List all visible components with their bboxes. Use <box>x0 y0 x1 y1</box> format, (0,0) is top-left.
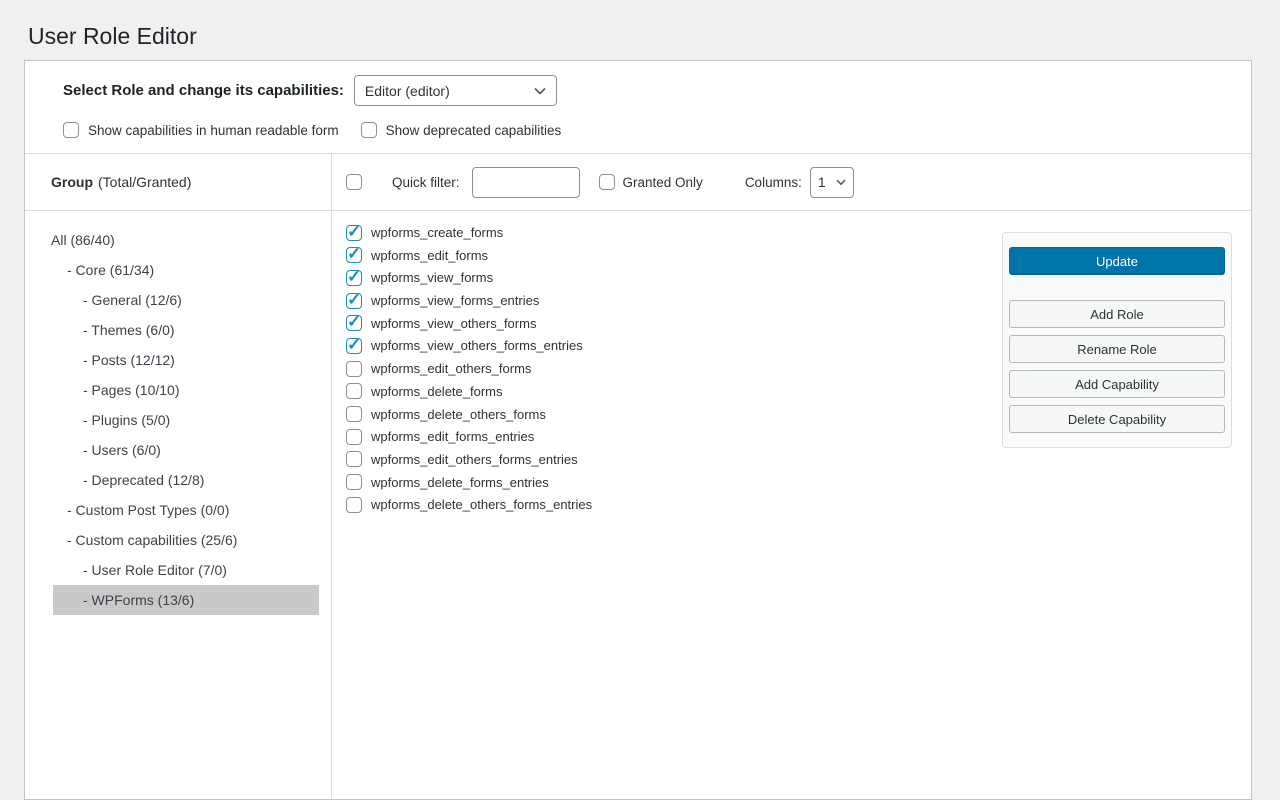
deprecated-label: Show deprecated capabilities <box>386 123 562 138</box>
role-select[interactable]: Editor (editor) <box>354 75 557 106</box>
add-role-button[interactable]: Add Role <box>1009 300 1225 328</box>
groups-header-suffix: (Total/Granted) <box>98 174 191 190</box>
delete-capability-button[interactable]: Delete Capability <box>1009 405 1225 433</box>
group-item-all[interactable]: All (86/40) <box>25 225 331 255</box>
group-item-plugins[interactable]: - Plugins (5/0) <box>25 405 331 435</box>
group-item-themes[interactable]: - Themes (6/0) <box>25 315 331 345</box>
deprecated-option: Show deprecated capabilities <box>361 122 562 138</box>
select-role-label: Select Role and change its capabilities: <box>63 82 344 99</box>
chevron-down-icon <box>534 87 546 95</box>
capability-label: wpforms_view_forms <box>371 270 493 285</box>
group-item-custom-capabilities[interactable]: - Custom capabilities (25/6) <box>25 525 331 555</box>
capability-checkbox[interactable] <box>346 497 362 513</box>
quick-filter-label: Quick filter: <box>392 175 460 190</box>
capability-label: wpforms_delete_forms_entries <box>371 475 549 490</box>
chevron-down-icon <box>836 179 846 186</box>
capability-checkbox[interactable] <box>346 338 362 354</box>
capability-row: wpforms_edit_others_forms_entries <box>346 451 1251 468</box>
top-section: Select Role and change its capabilities:… <box>25 61 1251 154</box>
groups-column: Group (Total/Granted) All (86/40)- Core … <box>25 154 332 799</box>
deprecated-checkbox[interactable] <box>361 122 377 138</box>
select-all-checkbox[interactable] <box>346 174 362 190</box>
role-row: Select Role and change its capabilities:… <box>63 75 1231 106</box>
capability-checkbox[interactable] <box>346 406 362 422</box>
capability-label: wpforms_delete_forms <box>371 384 503 399</box>
granted-only-label: Granted Only <box>623 175 703 190</box>
update-button[interactable]: Update <box>1009 247 1225 275</box>
capability-checkbox[interactable] <box>346 270 362 286</box>
user-role-editor-panel: Select Role and change its capabilities:… <box>24 60 1252 800</box>
group-item-pages[interactable]: - Pages (10/10) <box>25 375 331 405</box>
role-select-value: Editor (editor) <box>365 83 450 99</box>
columns-label: Columns: <box>745 175 802 190</box>
secondary-buttons: Add Role Rename Role Add Capability Delete … <box>1009 300 1225 433</box>
capability-checkbox[interactable] <box>346 361 362 377</box>
capability-label: wpforms_edit_forms <box>371 248 488 263</box>
actions-box: Update Add Role Rename Role Add Capability… <box>1002 232 1232 448</box>
page-title: User Role Editor <box>0 0 1280 52</box>
capability-checkbox[interactable] <box>346 315 362 331</box>
capability-label: wpforms_delete_others_forms_entries <box>371 497 592 512</box>
add-capability-button[interactable]: Add Capability <box>1009 370 1225 398</box>
filter-bar: Quick filter: Granted Only Columns: 1 <box>332 154 1251 211</box>
group-item-core[interactable]: - Core (61/34) <box>25 255 331 285</box>
human-readable-label: Show capabilities in human readable form <box>88 123 339 138</box>
group-item-custom-post-types[interactable]: - Custom Post Types (0/0) <box>25 495 331 525</box>
human-readable-checkbox[interactable] <box>63 122 79 138</box>
quick-filter-input[interactable] <box>472 167 580 198</box>
capability-label: wpforms_edit_forms_entries <box>371 429 534 444</box>
capability-checkbox[interactable] <box>346 383 362 399</box>
capability-checkbox[interactable] <box>346 429 362 445</box>
capability-label: wpforms_view_forms_entries <box>371 293 539 308</box>
capability-checkbox[interactable] <box>346 293 362 309</box>
human-readable-option: Show capabilities in human readable form <box>63 122 339 138</box>
group-item-user-role-editor[interactable]: - User Role Editor (7/0) <box>25 555 331 585</box>
group-item-deprecated[interactable]: - Deprecated (12/8) <box>25 465 331 495</box>
columns-select-value: 1 <box>818 174 826 190</box>
content-area: Group (Total/Granted) All (86/40)- Core … <box>25 154 1251 799</box>
capability-checkbox[interactable] <box>346 451 362 467</box>
capability-label: wpforms_edit_others_forms <box>371 361 531 376</box>
capabilities-column: Quick filter: Granted Only Columns: 1 wp… <box>332 154 1251 799</box>
capability-row: wpforms_delete_forms_entries <box>346 474 1251 491</box>
groups-header: Group (Total/Granted) <box>25 154 331 211</box>
capability-checkbox[interactable] <box>346 247 362 263</box>
options-row: Show capabilities in human readable form… <box>63 122 1231 138</box>
group-tree: All (86/40)- Core (61/34)- General (12/6… <box>25 225 331 615</box>
group-item-posts[interactable]: - Posts (12/12) <box>25 345 331 375</box>
capability-checkbox[interactable] <box>346 225 362 241</box>
group-item-general[interactable]: - General (12/6) <box>25 285 331 315</box>
capability-label: wpforms_view_others_forms <box>371 316 536 331</box>
granted-only-checkbox[interactable] <box>599 174 615 190</box>
capability-label: wpforms_create_forms <box>371 225 503 240</box>
capability-checkbox[interactable] <box>346 474 362 490</box>
capability-row: wpforms_delete_others_forms_entries <box>346 496 1251 513</box>
groups-header-title: Group <box>51 174 93 190</box>
capability-label: wpforms_view_others_forms_entries <box>371 338 583 353</box>
rename-role-button[interactable]: Rename Role <box>1009 335 1225 363</box>
group-item-users[interactable]: - Users (6/0) <box>25 435 331 465</box>
group-item-wpforms[interactable]: - WPForms (13/6) <box>53 585 319 615</box>
columns-select[interactable]: 1 <box>810 167 854 198</box>
capability-label: wpforms_edit_others_forms_entries <box>371 452 578 467</box>
capability-label: wpforms_delete_others_forms <box>371 407 546 422</box>
